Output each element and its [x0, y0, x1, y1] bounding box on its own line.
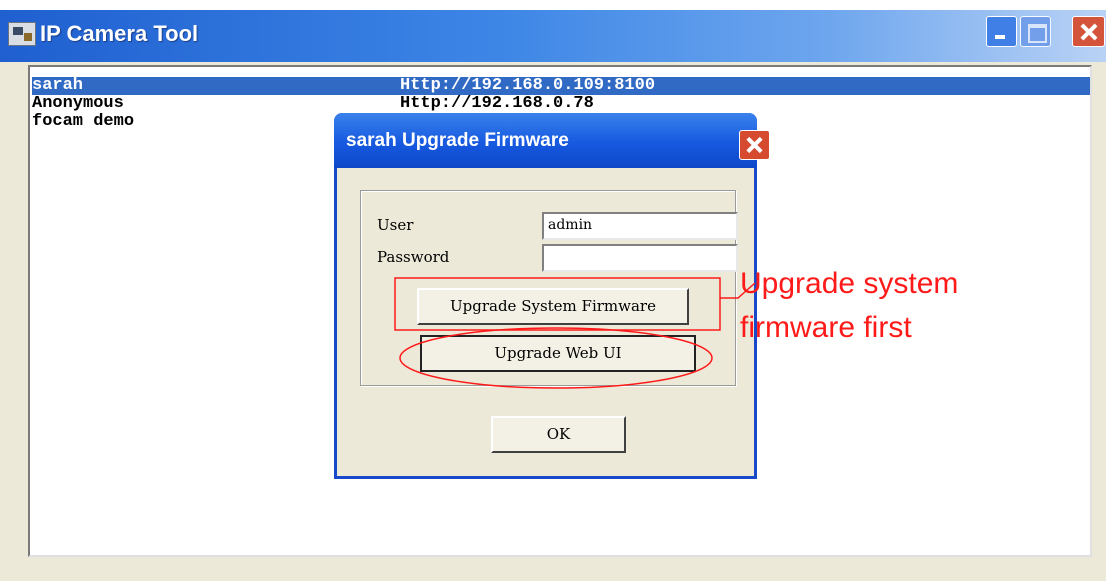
annotation-line-2: firmware first [740, 311, 912, 344]
highlight-rectangle [394, 277, 721, 331]
annotation-line-1: Upgrade system [740, 267, 959, 300]
highlight-ellipse [399, 327, 713, 389]
